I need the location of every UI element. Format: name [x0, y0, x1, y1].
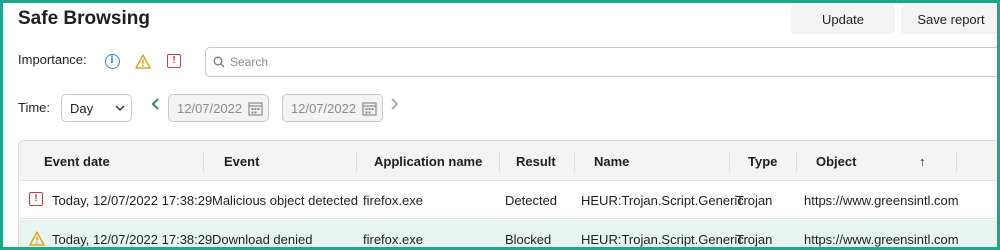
- date-from-field[interactable]: 12/07/2022: [168, 94, 269, 122]
- cell-name: HEUR:Trojan.Script.Generic: [581, 232, 744, 247]
- date-from-value: 12/07/2022: [177, 100, 243, 116]
- warning-icon[interactable]: [131, 49, 155, 73]
- column-divider[interactable]: [203, 152, 204, 172]
- calendar-icon[interactable]: [362, 101, 377, 116]
- column-header-type[interactable]: Type: [748, 154, 777, 169]
- cell-event: Malicious object detected: [212, 193, 358, 208]
- time-period-select[interactable]: Day: [61, 94, 132, 122]
- chevron-down-icon: [115, 105, 125, 111]
- column-header-event[interactable]: Event: [224, 154, 259, 169]
- next-date-icon[interactable]: [388, 97, 400, 111]
- safe-browsing-window: Safe Browsing Update Save report Importa…: [3, 3, 997, 247]
- table-header: Event date Event Application name Result…: [19, 141, 997, 181]
- table-row[interactable]: ! Today, 12/07/2022 17:38:29 Malicious o…: [19, 181, 997, 219]
- date-to-field[interactable]: 12/07/2022: [282, 94, 383, 122]
- cell-event-date: Today, 12/07/2022 17:38:29: [52, 193, 213, 208]
- date-to-value: 12/07/2022: [291, 100, 357, 116]
- time-label: Time:: [18, 100, 51, 115]
- cell-type: Trojan: [736, 193, 773, 208]
- cell-type: Trojan: [736, 232, 773, 247]
- column-divider[interactable]: [956, 152, 957, 172]
- column-divider[interactable]: [729, 152, 730, 172]
- column-header-result[interactable]: Result: [516, 154, 556, 169]
- events-table: Event date Event Application name Result…: [18, 140, 997, 247]
- page-title: Safe Browsing: [18, 8, 150, 29]
- search-input[interactable]: [230, 55, 930, 69]
- table-row[interactable]: Today, 12/07/2022 17:38:29 Download deni…: [19, 220, 997, 247]
- cell-application: firefox.exe: [363, 232, 423, 247]
- cell-name: HEUR:Trojan.Script.Generic: [581, 193, 744, 208]
- cell-result: Detected: [505, 193, 558, 208]
- column-header-event-date[interactable]: Event date: [44, 154, 110, 169]
- cell-event: Download denied: [212, 232, 313, 247]
- cell-event-date: Today, 12/07/2022 17:38:29: [52, 232, 213, 247]
- critical-icon[interactable]: !: [162, 49, 186, 73]
- importance-label: Importance:: [18, 52, 87, 67]
- cell-application: firefox.exe: [363, 193, 423, 208]
- critical-icon: !: [29, 192, 43, 206]
- time-period-value: Day: [70, 100, 94, 116]
- save-report-button[interactable]: Save report: [901, 5, 997, 34]
- column-divider[interactable]: [574, 152, 575, 172]
- column-header-application-name[interactable]: Application name: [374, 154, 482, 169]
- search-icon: [213, 56, 225, 68]
- warning-icon: [29, 231, 45, 247]
- column-divider[interactable]: [499, 152, 500, 172]
- cell-result: Blocked: [505, 232, 552, 247]
- search-box[interactable]: [205, 47, 997, 77]
- column-divider[interactable]: [796, 152, 797, 172]
- cell-object: https://www.greensintl.com: [804, 232, 959, 247]
- update-button[interactable]: Update: [791, 5, 895, 34]
- cell-object: https://www.greensintl.com: [804, 193, 959, 208]
- previous-date-icon[interactable]: [150, 97, 162, 111]
- column-header-name[interactable]: Name: [594, 154, 629, 169]
- info-icon[interactable]: i: [100, 49, 124, 73]
- column-divider[interactable]: [356, 152, 357, 172]
- sort-ascending-icon[interactable]: ↑: [919, 154, 926, 169]
- calendar-icon[interactable]: [248, 101, 263, 116]
- column-header-object[interactable]: Object: [816, 154, 856, 169]
